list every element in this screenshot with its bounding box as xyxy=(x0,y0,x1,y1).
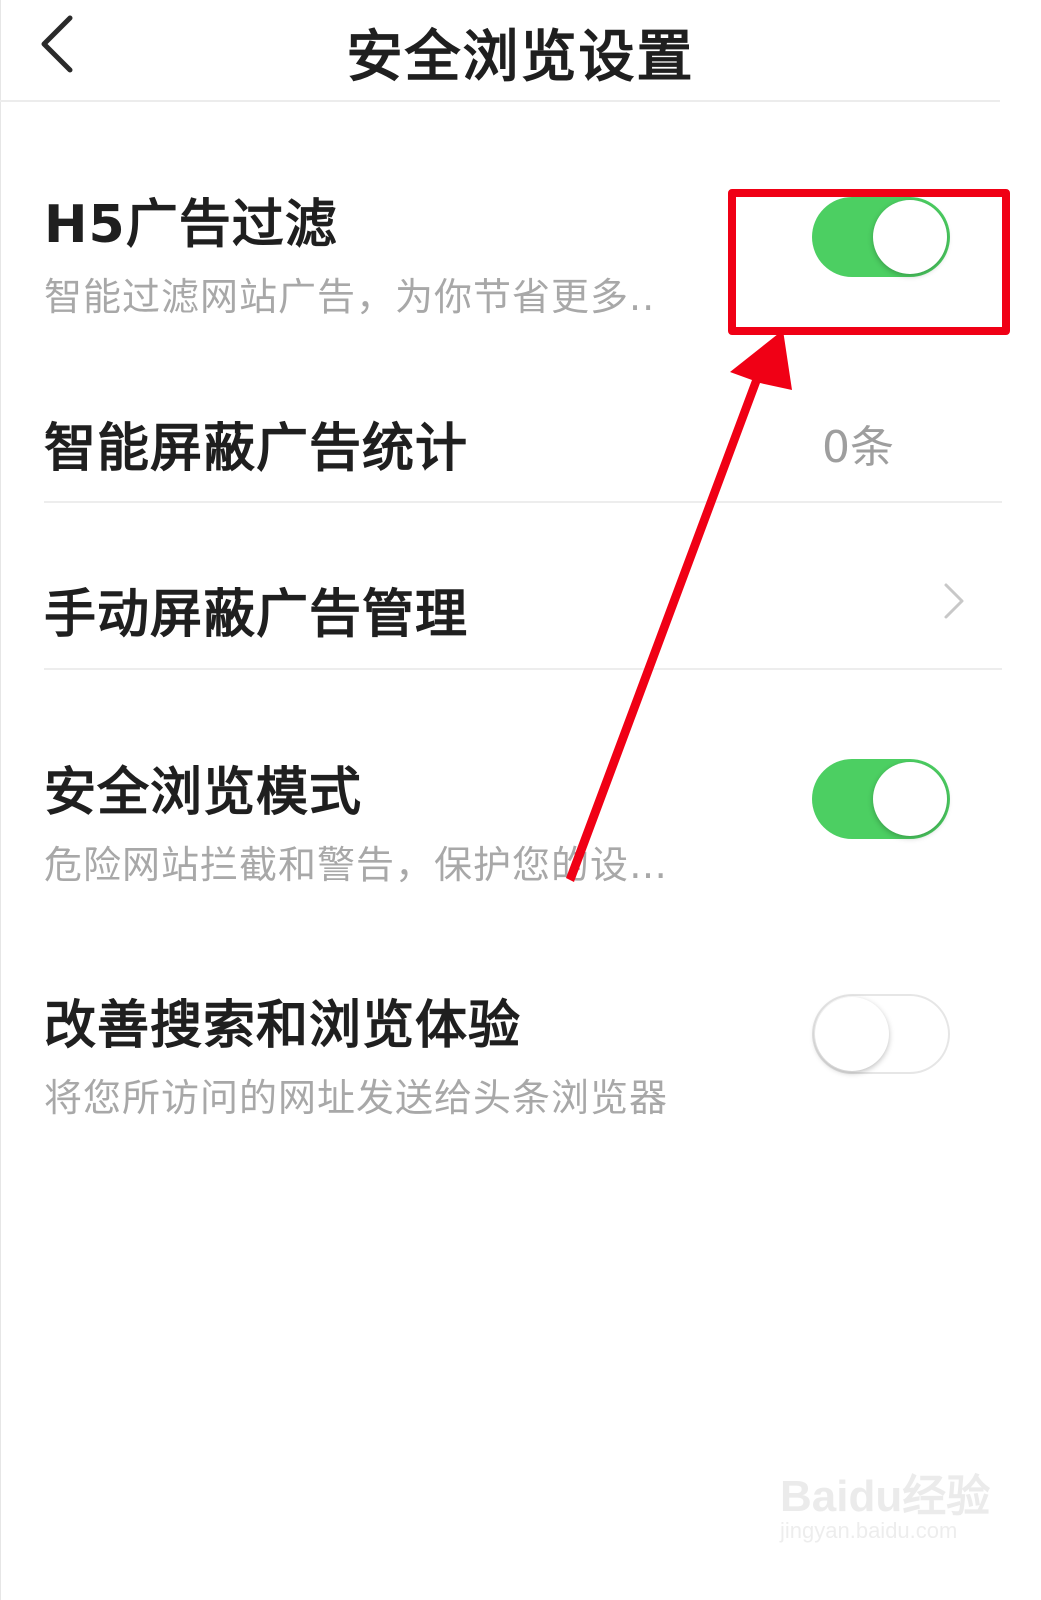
row-divider xyxy=(44,501,1002,503)
improve-experience-toggle[interactable] xyxy=(812,994,950,1074)
manual-block-title: 手动屏蔽广告管理 xyxy=(44,585,469,645)
setting-row-improve-experience: 改善搜索和浏览体验 将您所访问的网址发送给头条浏览器 xyxy=(0,965,1041,1145)
top-bar: 安全浏览设置 xyxy=(0,0,1041,102)
chevron-right-icon xyxy=(944,583,964,619)
row-divider xyxy=(44,668,1002,670)
improve-experience-title: 改善搜索和浏览体验 xyxy=(44,996,522,1056)
watermark-logo: Baidu经验 xyxy=(780,1472,991,1521)
page-title: 安全浏览设置 xyxy=(346,25,695,90)
watermark-url: jingyan.baidu.com xyxy=(780,1518,958,1543)
header-divider xyxy=(0,100,1000,102)
setting-row-manual-block[interactable]: 手动屏蔽广告管理 xyxy=(0,504,1041,672)
safe-browsing-toggle[interactable] xyxy=(812,759,950,839)
setting-row-smart-block-stats[interactable]: 智能屏蔽广告统计 0条 xyxy=(0,380,1041,504)
setting-row-safe-browsing: 安全浏览模式 危险网站拦截和警告，保护您的设… xyxy=(0,730,1041,910)
annotation-highlight-box xyxy=(728,189,1010,335)
h5-ad-filter-title: H5广告过滤 xyxy=(44,195,338,255)
toggle-knob xyxy=(873,762,947,836)
baidu-jingyan-watermark: Baidu经验 jingyan.baidu.com xyxy=(780,1460,990,1560)
safe-browsing-subtitle: 危险网站拦截和警告，保护您的设… xyxy=(44,843,669,887)
smart-block-stats-title: 智能屏蔽广告统计 xyxy=(44,419,469,479)
safe-browsing-title: 安全浏览模式 xyxy=(44,763,363,823)
improve-experience-subtitle: 将您所访问的网址发送给头条浏览器 xyxy=(44,1076,669,1120)
toggle-knob xyxy=(815,997,889,1071)
h5-ad-filter-subtitle: 智能过滤网站广告，为你节省更多.. xyxy=(44,275,656,319)
blocked-count-value: 0条 xyxy=(822,422,894,473)
